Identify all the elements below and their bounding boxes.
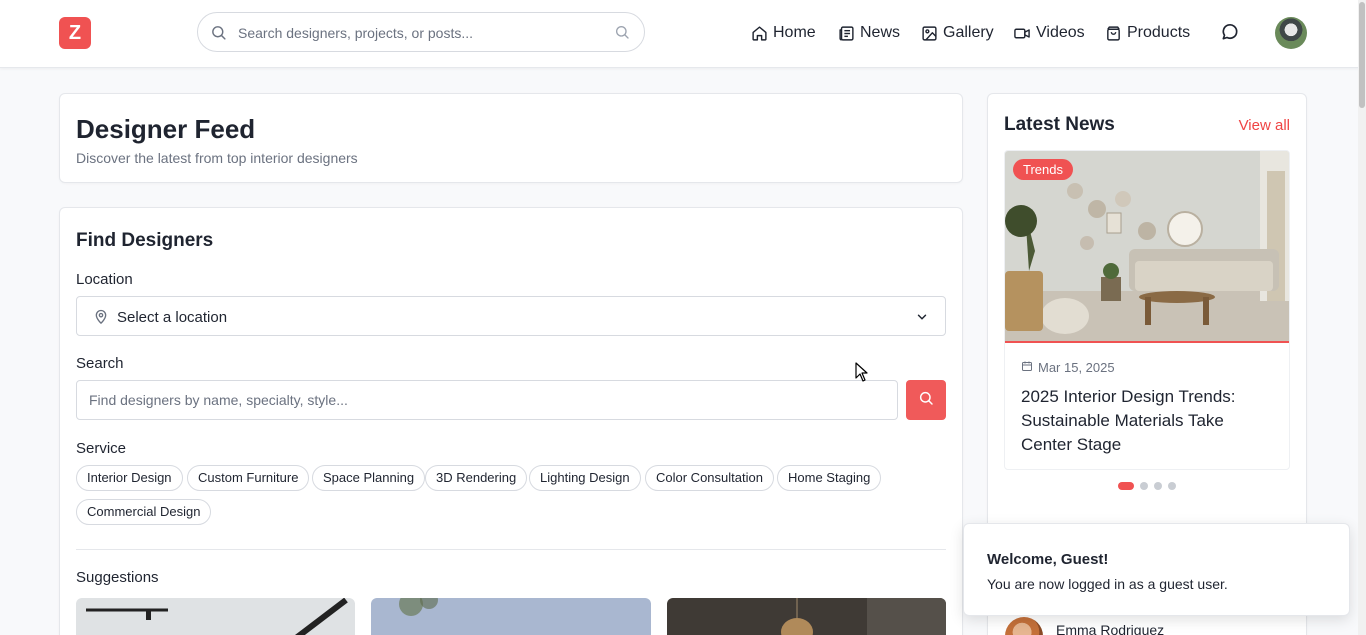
find-designers-card: Find Designers Location Select a locatio…: [59, 207, 963, 635]
service-chip-3d-rendering[interactable]: 3D Rendering: [425, 465, 528, 491]
carousel-dot-4[interactable]: [1168, 482, 1176, 490]
suggestion-card-image[interactable]: [667, 598, 946, 635]
welcome-toast[interactable]: Welcome, Guest! You are now logged in as…: [963, 523, 1350, 616]
video-icon: [1013, 25, 1031, 42]
service-chip-commercial-design[interactable]: Commercial Design: [76, 499, 212, 525]
carousel-dot-2[interactable]: [1140, 482, 1148, 490]
suggestion-card-image[interactable]: [76, 598, 355, 635]
nav-gallery[interactable]: Gallery: [921, 22, 994, 44]
user-avatar[interactable]: [1275, 17, 1307, 49]
page-subtitle: Discover the latest from top interior de…: [76, 150, 358, 166]
nav-news-label: News: [860, 24, 901, 41]
service-chip-color-consultation[interactable]: Color Consultation: [645, 465, 774, 491]
location-select[interactable]: Select a location: [76, 296, 946, 336]
image-icon: [921, 25, 938, 42]
service-chip-lighting-design[interactable]: Lighting Design: [529, 465, 641, 491]
service-chip-custom-furniture[interactable]: Custom Furniture: [187, 465, 310, 491]
search-icon: [918, 390, 934, 411]
logo[interactable]: Z: [59, 17, 91, 49]
suggestion-card-image[interactable]: [371, 598, 651, 635]
search-icon: [210, 24, 227, 46]
nav-products-label: Products: [1127, 24, 1191, 41]
chevron-down-icon: [915, 310, 929, 329]
map-pin-icon: [93, 308, 109, 330]
designer-search-input[interactable]: Find designers by name, specialty, style…: [76, 380, 898, 420]
news-date: Mar 15, 2025: [1021, 360, 1115, 375]
logo-letter: Z: [68, 21, 82, 44]
search-submit-icon[interactable]: [614, 24, 630, 45]
nav-gallery-label: Gallery: [943, 24, 994, 41]
shopping-bag-icon: [1105, 25, 1122, 42]
suggestions-label: Suggestions: [76, 569, 159, 586]
designer-feed-card: Designer Feed Discover the latest from t…: [59, 93, 963, 183]
designer-name[interactable]: Emma Rodriguez: [1056, 622, 1164, 635]
find-designers-title: Find Designers: [76, 230, 214, 251]
service-chip-space-planning[interactable]: Space Planning: [312, 465, 426, 491]
location-select-value: Select a location: [117, 309, 228, 326]
calendar-icon: [1021, 360, 1033, 375]
carousel-indicators: [1118, 482, 1176, 490]
home-icon: [751, 25, 768, 42]
newspaper-icon: [838, 25, 855, 42]
service-label: Service: [76, 440, 127, 457]
mouse-cursor-icon: [855, 362, 869, 387]
toast-title: Welcome, Guest!: [987, 551, 1109, 568]
news-headline[interactable]: 2025 Interior Design Trends: Sustainable…: [1021, 385, 1277, 457]
news-article-card[interactable]: Trends Mar 15, 2025 2025 Interior Design…: [1004, 150, 1290, 470]
top-navigation-bar: Z Search designers, projects, or posts..…: [0, 0, 1366, 68]
latest-news-title: Latest News: [1004, 114, 1115, 135]
designer-search-button[interactable]: [906, 380, 946, 420]
carousel-dot-1[interactable]: [1118, 482, 1134, 490]
nav-home-label: Home: [773, 24, 816, 41]
page-scrollbar[interactable]: [1358, 0, 1366, 635]
scrollbar-thumb[interactable]: [1359, 2, 1365, 108]
location-label: Location: [76, 271, 133, 288]
nav-home[interactable]: Home: [751, 22, 816, 44]
news-date-text: Mar 15, 2025: [1038, 360, 1115, 375]
view-all-link[interactable]: View all: [1239, 117, 1290, 134]
news-article-image[interactable]: Trends: [1005, 151, 1289, 343]
search-label: Search: [76, 355, 124, 372]
nav-videos-label: Videos: [1036, 24, 1085, 41]
message-circle-icon[interactable]: [1220, 22, 1240, 47]
service-chip-home-staging[interactable]: Home Staging: [777, 465, 882, 491]
news-category-badge: Trends: [1013, 159, 1073, 180]
nav-news[interactable]: News: [838, 22, 900, 44]
carousel-dot-3[interactable]: [1154, 482, 1162, 490]
global-search-placeholder: Search designers, projects, or posts...: [238, 25, 473, 41]
global-search-input[interactable]: Search designers, projects, or posts...: [197, 12, 645, 52]
toast-message: You are now logged in as a guest user.: [987, 576, 1228, 592]
nav-products[interactable]: Products: [1105, 22, 1190, 44]
service-chip-interior-design[interactable]: Interior Design: [76, 465, 183, 491]
divider: [76, 549, 946, 550]
nav-videos[interactable]: Videos: [1013, 22, 1085, 44]
page-title: Designer Feed: [76, 114, 256, 144]
